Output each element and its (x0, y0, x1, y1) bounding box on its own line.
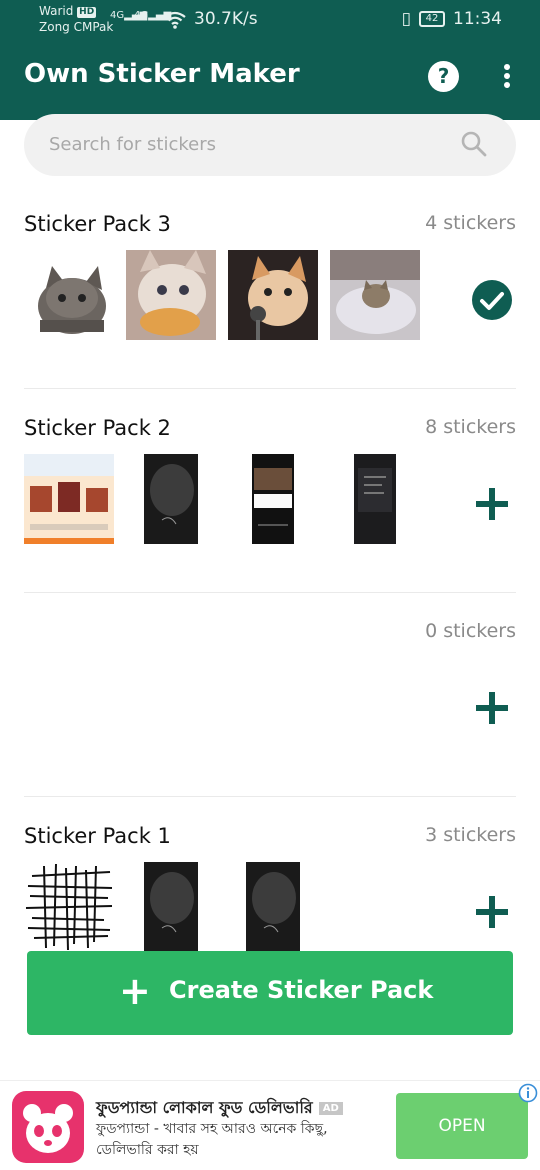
hd-badge: HD (77, 7, 97, 18)
status-bar: Warid HD Zong CMPak 4G▂▄▆ 4G▂▄▆ 30.7K/s … (0, 0, 540, 42)
carrier-2: Zong CMPak (39, 20, 114, 34)
sticker-thumbnail (126, 250, 216, 340)
sticker-thumbnail (24, 862, 114, 952)
help-button[interactable]: ? (428, 61, 459, 92)
app-title: Own Sticker Maker (24, 59, 300, 89)
sticker-pack-card[interactable]: Sticker Pack 2 8 stickers (24, 416, 516, 566)
ad-title[interactable]: ফুডপ্যান্ডা লোকাল ফুড ডেলিভারি AD (96, 1095, 343, 1122)
pack-title: Sticker Pack 1 (24, 824, 171, 848)
ad-banner[interactable]: ফুডপ্যান্ডা লোকাল ফুড ডেলিভারি AD ফুডপ্যা… (0, 1080, 540, 1170)
pack-thumbnails (24, 454, 444, 546)
sticker-thumbnail (24, 250, 114, 340)
clock: 11:34 (453, 9, 502, 29)
sticker-thumbnail (228, 250, 318, 340)
pack-count: 0 stickers (425, 620, 516, 642)
pack-title: Sticker Pack 2 (24, 416, 171, 440)
ad-title-text: ফুডপ্যান্ডা লোকাল ফুড ডেলিভারি (96, 1098, 313, 1117)
more-options-icon[interactable] (500, 64, 514, 92)
create-button-label: Create Sticker Pack (169, 976, 434, 1004)
pack-count: 3 stickers (425, 824, 516, 846)
divider (24, 796, 516, 797)
battery-icon: 42 (419, 11, 445, 27)
ad-open-button[interactable]: OPEN (396, 1093, 528, 1159)
pack-count: 8 stickers (425, 416, 516, 438)
signal-2-label: 4G (134, 10, 149, 21)
check-icon[interactable] (472, 280, 512, 320)
sticker-thumbnail (144, 454, 198, 544)
network-speed: 30.7K/s (194, 9, 258, 29)
plus-icon[interactable] (472, 484, 512, 524)
app-bar: Own Sticker Maker ? (0, 42, 540, 120)
signal-1-label: 4G (110, 10, 125, 21)
ad-app-icon[interactable] (12, 1091, 84, 1163)
sticker-pack-card[interactable]: Sticker Pack 1 3 stickers (24, 824, 516, 954)
sticker-thumbnail (144, 862, 198, 952)
pack-title: Sticker Pack 3 (24, 212, 171, 236)
search-icon[interactable] (460, 130, 488, 158)
search-bar[interactable]: Search for stickers (24, 114, 516, 176)
sticker-pack-card[interactable]: Sticker Pack 3 4 stickers (24, 212, 516, 362)
plus-icon[interactable] (472, 892, 512, 932)
info-icon[interactable] (518, 1083, 538, 1103)
carrier-1: Warid (39, 4, 74, 18)
search-input[interactable]: Search for stickers (49, 134, 216, 155)
create-sticker-pack-button[interactable]: + Create Sticker Pack (27, 951, 513, 1035)
vibrate-icon: ▯ (401, 9, 411, 29)
divider (24, 388, 516, 389)
plus-icon: + (119, 969, 151, 1013)
sticker-thumbnail (252, 454, 294, 544)
pack-thumbnails (24, 862, 444, 954)
pack-count: 4 stickers (425, 212, 516, 234)
sticker-thumbnail (354, 454, 396, 544)
carrier-info: Warid HD Zong CMPak (39, 3, 113, 35)
sticker-thumbnail (330, 250, 420, 340)
ad-badge: AD (318, 1102, 343, 1115)
plus-icon[interactable] (472, 688, 512, 728)
wifi-icon (164, 11, 186, 29)
ad-description: ফুডপ্যান্ডা - খাবার সহ আরও অনেক কিছু, ডে… (96, 1121, 328, 1158)
sticker-pack-card[interactable]: 0 stickers (24, 620, 516, 770)
sticker-thumbnail (246, 862, 300, 952)
divider (24, 592, 516, 593)
pack-thumbnails (24, 250, 444, 342)
sticker-thumbnail (24, 454, 114, 544)
status-right: ▯ 42 11:34 (402, 9, 502, 29)
